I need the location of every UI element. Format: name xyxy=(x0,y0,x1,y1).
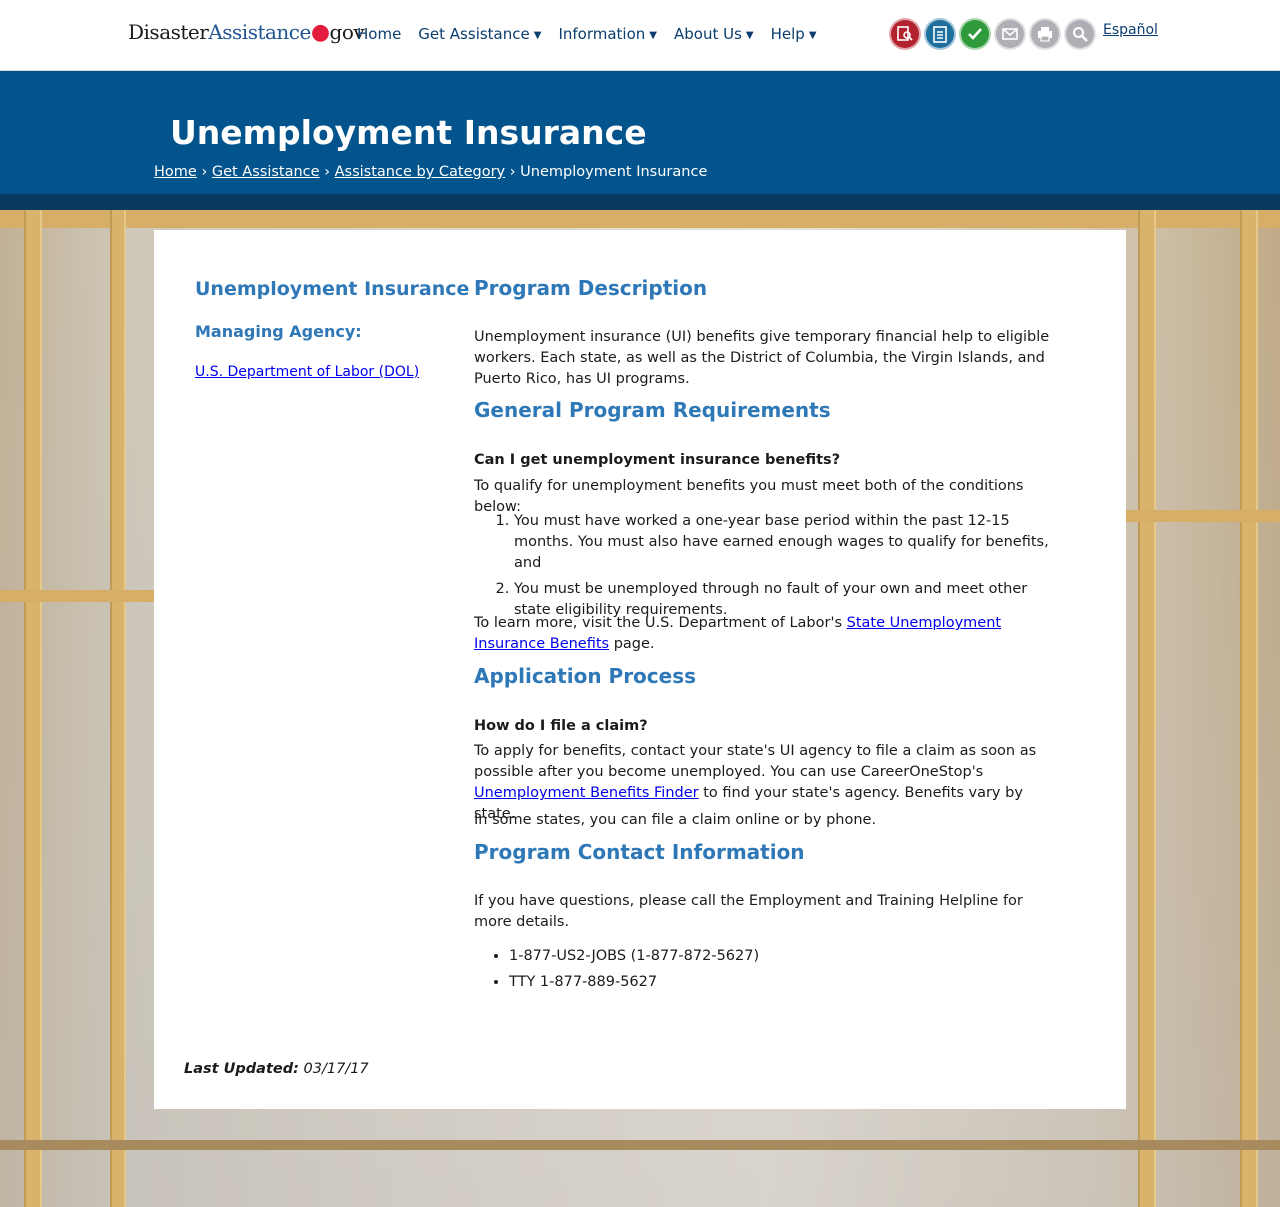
breadcrumb: Home › Get Assistance › Assistance by Ca… xyxy=(154,164,707,180)
breadcrumb-home[interactable]: Home xyxy=(154,164,197,180)
heading-program-description: Program Description xyxy=(474,276,708,300)
email-icon[interactable] xyxy=(994,18,1026,50)
agency-link[interactable]: U.S. Department of Labor (DOL) xyxy=(195,364,419,380)
learn-more-after: page. xyxy=(609,636,655,652)
banner-strip xyxy=(0,194,1280,210)
learn-more-text: To learn more, visit the U.S. Department… xyxy=(474,613,1064,655)
list-item: TTY 1-877-889-5627 xyxy=(509,972,759,993)
breadcrumb-separator: › xyxy=(509,164,516,180)
content-card: Unemployment Insurance Managing Agency: … xyxy=(154,230,1126,1109)
nav-about-us-label: About Us xyxy=(673,25,742,43)
breadcrumb-separator: › xyxy=(201,164,208,180)
photo-beam xyxy=(0,590,160,602)
search-icon[interactable] xyxy=(1064,18,1096,50)
contact-text: If you have questions, please call the E… xyxy=(474,893,1023,930)
phone-list: 1-877-US2-JOBS (1-877-872-5627) TTY 1-87… xyxy=(474,946,759,998)
last-updated: Last Updated: 03/17/17 xyxy=(184,1061,369,1077)
nav-information[interactable]: Information ▼ xyxy=(558,25,657,43)
application-question: How do I file a claim? xyxy=(474,718,648,734)
photo-beam xyxy=(1126,510,1280,522)
find-assistance-icon[interactable] xyxy=(889,18,921,50)
nav-about-us[interactable]: About Us ▼ xyxy=(674,25,754,43)
logo-dot-icon: ● xyxy=(310,20,330,45)
page-title: Unemployment Insurance xyxy=(170,113,647,152)
nav-get-assistance[interactable]: Get Assistance ▼ xyxy=(418,25,541,43)
last-updated-label: Last Updated: xyxy=(184,1061,299,1077)
application-text-before: To apply for benefits, contact your stat… xyxy=(474,743,1037,780)
managing-agency-label: Managing Agency: xyxy=(195,322,362,341)
print-icon[interactable] xyxy=(1029,18,1061,50)
nav-information-label: Information xyxy=(558,25,646,43)
breadcrumb-current: Unemployment Insurance xyxy=(520,164,708,180)
nav-help-label: Help xyxy=(770,25,805,43)
logo-text-disaster: Disaster xyxy=(128,20,209,44)
chevron-down-icon: ▼ xyxy=(745,30,754,41)
requirements-question: Can I get unemployment insurance benefit… xyxy=(474,452,841,468)
photo-beam xyxy=(0,1140,1280,1150)
checklist-icon[interactable] xyxy=(924,18,956,50)
site-logo[interactable]: DisasterAssistance●gov xyxy=(128,20,365,45)
nav-help[interactable]: Help ▼ xyxy=(771,25,817,43)
main-nav: Home Get Assistance ▼ Information ▼ About … xyxy=(357,25,834,43)
breadcrumb-get-assistance[interactable]: Get Assistance xyxy=(212,164,320,180)
application-text-2: In some states, you can file a claim onl… xyxy=(474,812,877,828)
photo-stud xyxy=(24,210,42,1207)
benefits-finder-link[interactable]: Unemployment Benefits Finder xyxy=(474,785,699,801)
checkmark-icon[interactable] xyxy=(959,18,991,50)
list-item: 1-877-US2-JOBS (1-877-872-5627) xyxy=(509,946,759,967)
chevron-down-icon: ▼ xyxy=(649,30,657,41)
nav-get-assistance-label: Get Assistance xyxy=(418,25,530,43)
chevron-down-icon: ▼ xyxy=(808,30,817,41)
learn-more-before: To learn more, visit the U.S. Department… xyxy=(474,615,847,631)
list-item: You must have worked a one-year base per… xyxy=(514,511,1064,574)
nav-home-label: Home xyxy=(357,25,402,43)
last-updated-date: 03/17/17 xyxy=(303,1061,369,1077)
photo-beam xyxy=(0,210,1280,228)
site-header: DisasterAssistance●gov Home Get Assistan… xyxy=(0,0,1280,71)
heading-requirements: General Program Requirements xyxy=(474,398,831,422)
heading-application-process: Application Process xyxy=(474,664,697,688)
sidebar-title: Unemployment Insurance xyxy=(195,278,470,300)
photo-stud xyxy=(1138,210,1156,1207)
requirements-list: You must have worked a one-year base per… xyxy=(474,511,1064,626)
chevron-down-icon: ▼ xyxy=(533,30,542,41)
breadcrumb-separator: › xyxy=(324,164,330,180)
logo-text-assistance: Assistance xyxy=(208,20,311,44)
toolbar-icons xyxy=(889,18,1096,50)
photo-stud xyxy=(110,210,126,1207)
nav-home[interactable]: Home xyxy=(357,25,401,43)
espanol-link[interactable]: Español xyxy=(1103,22,1158,38)
photo-stud xyxy=(1240,210,1258,1207)
description-text: Unemployment insurance (UI) benefits giv… xyxy=(474,329,1050,387)
heading-contact-info: Program Contact Information xyxy=(474,840,805,864)
breadcrumb-category[interactable]: Assistance by Category xyxy=(335,164,506,180)
